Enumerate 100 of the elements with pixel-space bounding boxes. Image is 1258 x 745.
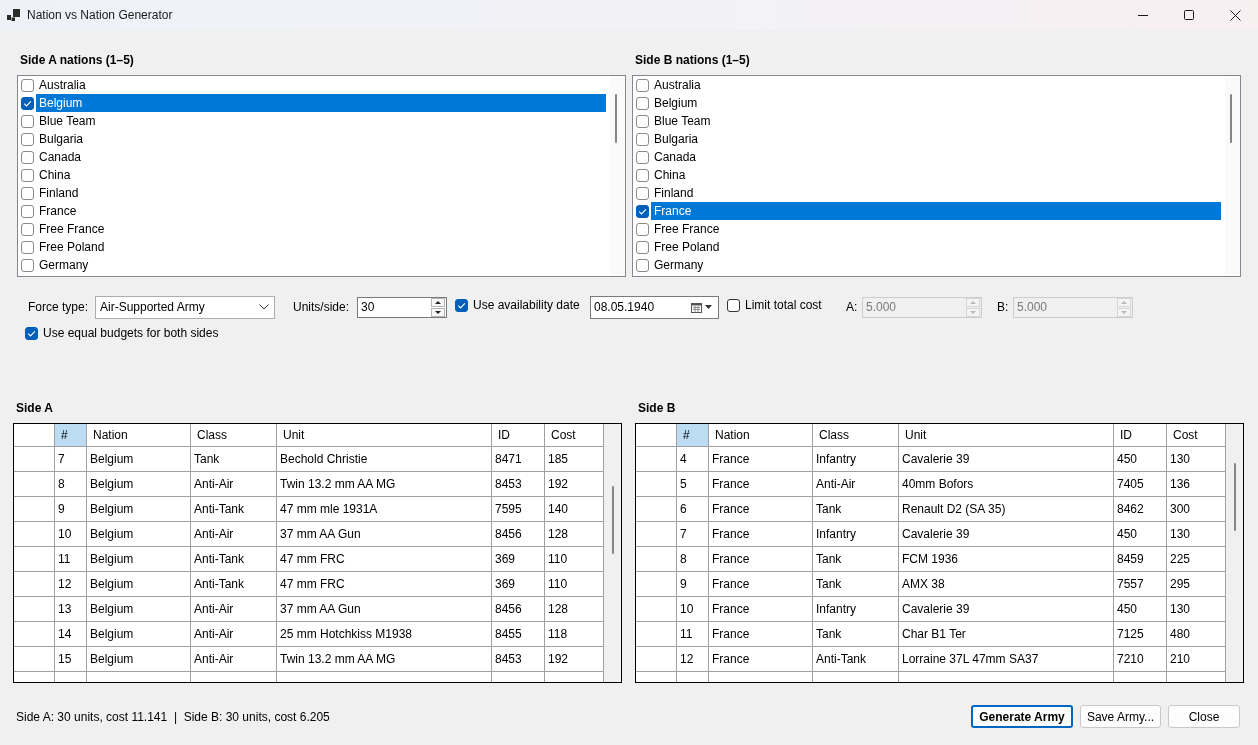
- checkbox[interactable]: [636, 96, 649, 110]
- table-cell: 450: [1114, 447, 1167, 472]
- close-icon[interactable]: [1229, 9, 1241, 21]
- checkbox[interactable]: [636, 222, 649, 236]
- nation-item[interactable]: Canada: [651, 148, 1221, 166]
- row-header[interactable]: [14, 472, 55, 497]
- checkbox-label[interactable]: Limit total cost: [745, 299, 822, 312]
- checkbox[interactable]: [636, 186, 649, 200]
- column-header[interactable]: #: [677, 424, 709, 447]
- column-header[interactable]: Unit: [277, 424, 492, 447]
- nation-item[interactable]: China: [651, 166, 1221, 184]
- units-field[interactable]: 30: [357, 296, 447, 318]
- minimize-icon[interactable]: [1138, 14, 1148, 16]
- nation-item[interactable]: Finland: [651, 184, 1221, 202]
- column-header[interactable]: Cost: [1167, 424, 1226, 447]
- column-header[interactable]: Nation: [709, 424, 813, 447]
- nation-item[interactable]: Bulgaria: [36, 130, 606, 148]
- checkbox[interactable]: [636, 114, 649, 128]
- column-header[interactable]: ID: [1114, 424, 1167, 447]
- checkbox[interactable]: [25, 327, 38, 340]
- nation-item[interactable]: Finland: [36, 184, 606, 202]
- column-header[interactable]: Class: [191, 424, 277, 447]
- checkbox[interactable]: [636, 150, 649, 164]
- nation-item[interactable]: Belgium: [36, 94, 606, 112]
- row-header[interactable]: [636, 472, 677, 497]
- nation-item[interactable]: Canada: [36, 148, 606, 166]
- save-army-button[interactable]: Save Army...: [1080, 705, 1161, 728]
- scrollbar-thumb[interactable]: [1234, 463, 1236, 531]
- column-header[interactable]: #: [55, 424, 87, 447]
- row-header[interactable]: [14, 647, 55, 672]
- row-header[interactable]: [636, 447, 677, 472]
- row-header[interactable]: [636, 547, 677, 572]
- checkbox[interactable]: [636, 168, 649, 182]
- checkbox[interactable]: [636, 132, 649, 146]
- nation-item[interactable]: Free France: [36, 220, 606, 238]
- checkbox[interactable]: [21, 114, 34, 128]
- column-header[interactable]: Unit: [899, 424, 1114, 447]
- spin-down-button[interactable]: [431, 307, 445, 317]
- nation-item[interactable]: Germany: [36, 256, 606, 274]
- row-header[interactable]: [14, 597, 55, 622]
- checkbox[interactable]: [636, 204, 649, 218]
- nation-item[interactable]: Free Poland: [36, 238, 606, 256]
- date-picker[interactable]: 08.05.1940: [590, 295, 719, 319]
- row-header[interactable]: [636, 647, 677, 672]
- checkbox[interactable]: [21, 150, 34, 164]
- scrollbar[interactable]: [610, 76, 625, 276]
- nation-item[interactable]: Bulgaria: [651, 130, 1221, 148]
- checkbox[interactable]: [636, 240, 649, 254]
- force-type-dropdown[interactable]: Air-Supported Army: [95, 295, 275, 319]
- nation-item[interactable]: Free Poland: [651, 238, 1221, 256]
- row-header[interactable]: [636, 572, 677, 597]
- nation-item[interactable]: Blue Team: [36, 112, 606, 130]
- row-header[interactable]: [14, 547, 55, 572]
- row-header[interactable]: [636, 522, 677, 547]
- row-header[interactable]: [14, 572, 55, 597]
- nation-item[interactable]: Australia: [36, 76, 606, 94]
- checkbox[interactable]: [727, 299, 740, 312]
- checkbox[interactable]: [21, 204, 34, 218]
- row-header[interactable]: [14, 622, 55, 647]
- checkbox-label[interactable]: Use equal budgets for both sides: [43, 327, 219, 340]
- column-header[interactable]: Class: [813, 424, 899, 447]
- checkbox[interactable]: [636, 258, 649, 272]
- checkbox[interactable]: [21, 96, 34, 110]
- checkbox[interactable]: [455, 299, 468, 312]
- nation-item[interactable]: Belgium: [651, 94, 1221, 112]
- row-header[interactable]: [14, 522, 55, 547]
- spin-up-button[interactable]: [431, 297, 445, 307]
- column-header[interactable]: Nation: [87, 424, 191, 447]
- nation-item[interactable]: France: [36, 202, 606, 220]
- nation-item[interactable]: Australia: [651, 76, 1221, 94]
- scrollbar[interactable]: [1225, 76, 1240, 276]
- checkbox[interactable]: [21, 78, 34, 92]
- scrollbar-thumb[interactable]: [615, 94, 617, 143]
- nation-item[interactable]: Blue Team: [651, 112, 1221, 130]
- row-header[interactable]: [636, 597, 677, 622]
- checkbox[interactable]: [636, 78, 649, 92]
- nation-item[interactable]: China: [36, 166, 606, 184]
- row-header[interactable]: [14, 497, 55, 522]
- checkbox[interactable]: [21, 186, 34, 200]
- checkbox[interactable]: [21, 240, 34, 254]
- nation-item[interactable]: Germany: [651, 256, 1221, 274]
- column-header[interactable]: Cost: [545, 424, 604, 447]
- column-header[interactable]: ID: [492, 424, 545, 447]
- checkbox[interactable]: [21, 258, 34, 272]
- scrollbar[interactable]: [1226, 424, 1243, 682]
- scrollbar[interactable]: [604, 424, 621, 682]
- nation-item[interactable]: Free France: [651, 220, 1221, 238]
- checkbox[interactable]: [21, 132, 34, 146]
- scrollbar-thumb[interactable]: [1230, 94, 1232, 143]
- nation-item[interactable]: France: [651, 202, 1221, 220]
- scrollbar-thumb[interactable]: [612, 486, 614, 554]
- checkbox[interactable]: [21, 222, 34, 236]
- row-header[interactable]: [636, 497, 677, 522]
- checkbox-label[interactable]: Use availability date: [473, 299, 580, 312]
- generate-army-button[interactable]: Generate Army: [971, 705, 1073, 728]
- checkbox[interactable]: [21, 168, 34, 182]
- row-header[interactable]: [636, 622, 677, 647]
- maximize-icon[interactable]: [1184, 10, 1194, 20]
- close-button[interactable]: Close: [1168, 705, 1240, 728]
- row-header[interactable]: [14, 447, 55, 472]
